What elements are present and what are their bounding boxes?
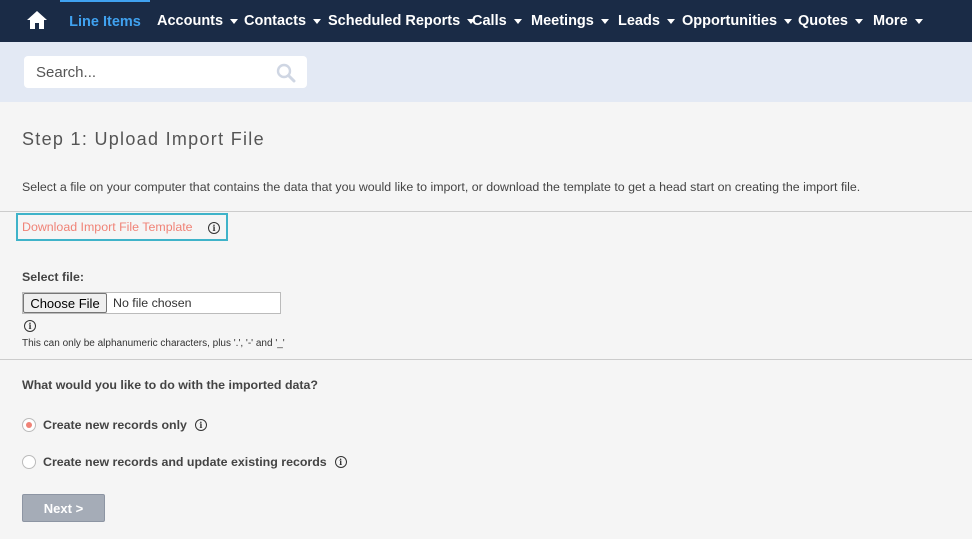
- nav-label: Opportunities: [682, 13, 778, 29]
- nav-item-quotes[interactable]: Quotes: [798, 0, 863, 42]
- radio-button[interactable]: [22, 418, 36, 432]
- nav-item-opportunities[interactable]: Opportunities: [682, 0, 793, 42]
- nav-item-line-items[interactable]: Line Items: [60, 0, 150, 42]
- import-action-question: What would you like to do with the impor…: [22, 378, 318, 392]
- nav-item-contacts[interactable]: Contacts: [244, 0, 322, 42]
- download-template-link[interactable]: Download Import File Template: [22, 220, 193, 234]
- nav-label: Quotes: [798, 13, 848, 29]
- divider: [0, 211, 972, 212]
- caret-down-icon: [600, 18, 609, 24]
- radio-button[interactable]: [22, 455, 36, 469]
- caret-down-icon: [513, 18, 522, 24]
- search-input[interactable]: [36, 56, 266, 88]
- file-hint: This can only be alphanumeric characters…: [22, 338, 285, 349]
- caret-down-icon: [914, 18, 923, 24]
- caret-down-icon: [230, 18, 239, 24]
- caret-down-icon: [313, 18, 322, 24]
- divider: [0, 359, 972, 360]
- file-input[interactable]: Choose File No file chosen: [22, 292, 281, 314]
- step-description: Select a file on your computer that cont…: [22, 180, 861, 194]
- nav-item-scheduled-reports[interactable]: Scheduled Reports: [328, 0, 476, 42]
- info-icon[interactable]: i: [194, 419, 207, 431]
- info-icon[interactable]: i: [208, 222, 220, 234]
- select-file-label: Select file:: [22, 270, 84, 284]
- nav-label: Leads: [618, 13, 660, 29]
- caret-down-icon: [784, 18, 793, 24]
- nav-label: Meetings: [531, 13, 594, 29]
- file-status: No file chosen: [113, 296, 192, 310]
- download-link-label: Download Import File Template: [22, 220, 193, 234]
- radio-create-only[interactable]: Create new records only i: [22, 418, 207, 432]
- nav-label: Calls: [472, 13, 507, 29]
- radio-label: Create new records only: [43, 418, 187, 432]
- search-bar: [0, 42, 972, 102]
- caret-down-icon: [854, 18, 863, 24]
- nav-item-calls[interactable]: Calls: [472, 0, 522, 42]
- radio-create-and-update[interactable]: Create new records and update existing r…: [22, 455, 347, 469]
- info-icon[interactable]: i: [334, 456, 347, 468]
- nav-item-leads[interactable]: Leads: [618, 0, 675, 42]
- nav-label: Contacts: [244, 13, 307, 29]
- top-nav: Line Items Accounts Contacts Scheduled R…: [0, 0, 972, 42]
- nav-label: More: [873, 13, 908, 29]
- home-icon[interactable]: [26, 9, 48, 31]
- info-icon[interactable]: i: [24, 320, 36, 332]
- nav-label: Line Items: [69, 14, 141, 30]
- caret-down-icon: [666, 18, 675, 24]
- page-title: Step 1: Upload Import File: [22, 129, 265, 149]
- search-icon[interactable]: [276, 63, 296, 88]
- choose-file-button[interactable]: Choose File: [23, 293, 107, 313]
- nav-item-more[interactable]: More: [873, 0, 923, 42]
- nav-label: Scheduled Reports: [328, 13, 461, 29]
- nav-item-meetings[interactable]: Meetings: [531, 0, 609, 42]
- radio-label: Create new records and update existing r…: [43, 455, 327, 469]
- nav-label: Accounts: [157, 13, 224, 29]
- search-box: [24, 56, 307, 88]
- next-button[interactable]: Next >: [22, 494, 105, 522]
- nav-item-accounts[interactable]: Accounts: [157, 0, 239, 42]
